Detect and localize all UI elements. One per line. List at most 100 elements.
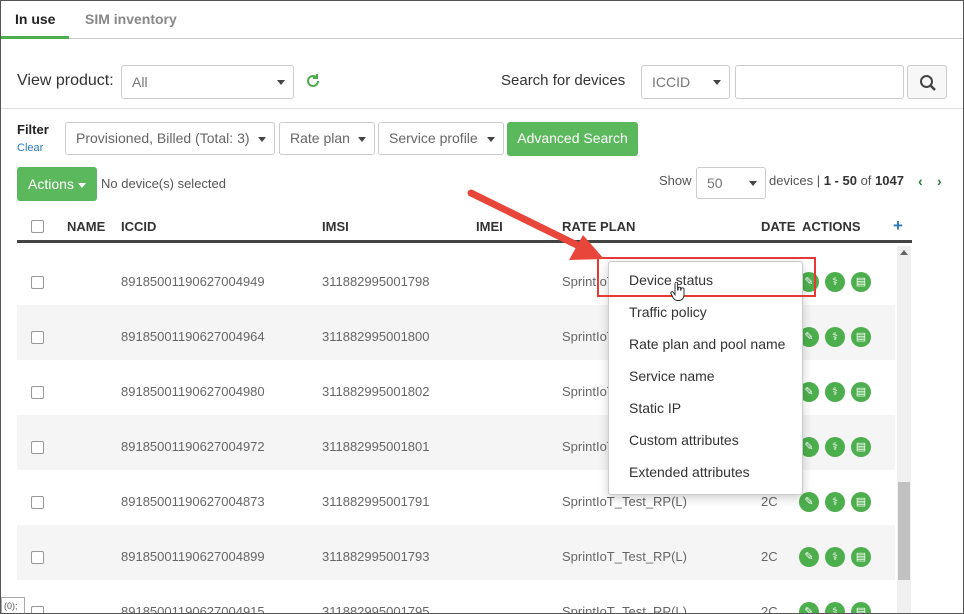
table-row[interactable]: 89185001190627004915 311882995001795 Spr…	[17, 580, 895, 614]
diagnostics-icon[interactable]: ⚕	[825, 602, 845, 613]
tab-in-use[interactable]: In use	[1, 1, 70, 39]
usage-chart-icon[interactable]: ▤	[851, 382, 871, 402]
diagnostics-icon[interactable]: ⚕	[825, 437, 845, 457]
diagnostics-icon[interactable]: ⚕	[825, 272, 845, 292]
edit-icon[interactable]: ✎	[799, 602, 819, 613]
cell-imsi: 311882995001800	[322, 329, 430, 344]
cell-iccid: 89185001190627004972	[121, 439, 265, 454]
usage-chart-icon[interactable]: ▤	[851, 272, 871, 292]
search-label: Search for devices	[501, 72, 626, 89]
service-profile-filter-label: Service profile	[389, 130, 478, 146]
paging-total: 1047	[875, 173, 904, 188]
menu-item-custom-attributes[interactable]: Custom attributes	[629, 432, 739, 448]
search-field-select[interactable]: ICCID	[641, 65, 730, 99]
menu-item-rate-plan-pool-name[interactable]: Rate plan and pool name	[629, 336, 785, 352]
advanced-search-button[interactable]: Advanced Search	[507, 122, 638, 156]
view-product-select[interactable]: All	[121, 65, 294, 99]
cell-imsi: 311882995001798	[322, 274, 430, 289]
rate-plan-filter-dropdown[interactable]: Rate plan	[279, 122, 375, 155]
devices-label: devices |	[769, 173, 821, 188]
column-header-imei[interactable]: IMEI	[476, 219, 503, 234]
cell-rate-plan: SprintIoT_Test_RP(L)	[562, 494, 687, 509]
cell-iccid: 89185001190627004964	[121, 329, 265, 344]
cell-rate-plan: SprintIoT_Test_RP(L)	[562, 549, 687, 564]
search-input[interactable]	[735, 65, 904, 99]
column-header-rate-plan[interactable]: RATE PLAN	[562, 219, 635, 234]
menu-item-extended-attributes[interactable]: Extended attributes	[629, 464, 750, 480]
cell-iccid: 89185001190627004949	[121, 274, 265, 289]
menu-item-service-name[interactable]: Service name	[629, 368, 715, 384]
status-filter-value: Provisioned, Billed (Total: 3)	[76, 130, 250, 146]
show-label: Show	[659, 173, 692, 188]
column-header-iccid[interactable]: ICCID	[121, 219, 156, 234]
row-checkbox[interactable]	[31, 331, 44, 344]
row-checkbox[interactable]	[31, 606, 44, 613]
view-product-label: View product:	[17, 72, 114, 89]
add-column-icon[interactable]: +	[893, 216, 903, 236]
tab-bar: In use SIM inventory	[1, 1, 963, 39]
cell-rate-plan: SprintIoT_Test_RP(L)	[562, 604, 687, 614]
chevron-down-icon	[713, 80, 721, 85]
row-checkbox[interactable]	[31, 441, 44, 454]
scroll-up-icon[interactable]	[900, 250, 908, 255]
chevron-down-icon	[277, 80, 285, 85]
bottom-left-fragment: (0);	[1, 597, 25, 613]
actions-button[interactable]: Actions	[17, 167, 97, 201]
cell-rate-plan: SprintIoT	[562, 439, 615, 454]
tab-sim-inventory[interactable]: SIM inventory	[71, 1, 191, 39]
selection-status: No device(s) selected	[101, 176, 226, 191]
select-all-checkbox[interactable]	[31, 220, 44, 233]
cell-imsi: 311882995001801	[322, 439, 430, 454]
chevron-down-icon	[749, 181, 757, 186]
page-size-value: 50	[707, 175, 723, 191]
table-scrollbar[interactable]	[897, 246, 911, 613]
chevron-down-icon	[358, 137, 366, 142]
chevron-down-icon	[487, 137, 495, 142]
usage-chart-icon[interactable]: ▤	[851, 327, 871, 347]
row-checkbox[interactable]	[31, 551, 44, 564]
chevron-down-icon	[258, 137, 266, 142]
menu-item-static-ip[interactable]: Static IP	[629, 400, 681, 416]
cell-iccid: 89185001190627004873	[121, 494, 265, 509]
usage-chart-icon[interactable]: ▤	[851, 437, 871, 457]
diagnostics-icon[interactable]: ⚕	[825, 382, 845, 402]
page-size-select[interactable]: 50	[696, 167, 766, 199]
cell-date: 2C	[761, 494, 778, 509]
diagnostics-icon[interactable]: ⚕	[825, 547, 845, 567]
edit-icon[interactable]: ✎	[799, 547, 819, 567]
cell-imsi: 311882995001791	[322, 494, 430, 509]
usage-chart-icon[interactable]: ▤	[851, 602, 871, 613]
menu-item-traffic-policy[interactable]: Traffic policy	[629, 304, 707, 320]
search-field-value: ICCID	[652, 74, 691, 90]
cell-date: 2C	[761, 604, 778, 614]
column-header-date[interactable]: DATE	[761, 219, 795, 234]
status-filter-dropdown[interactable]: Provisioned, Billed (Total: 3)	[65, 122, 275, 155]
usage-chart-icon[interactable]: ▤	[851, 547, 871, 567]
next-page-icon[interactable]: ›	[937, 173, 942, 189]
cell-iccid: 89185001190627004980	[121, 384, 265, 399]
row-checkbox[interactable]	[31, 276, 44, 289]
cell-imsi: 311882995001802	[322, 384, 430, 399]
row-checkbox[interactable]	[31, 496, 44, 509]
paging-range: 1 - 50	[823, 173, 857, 188]
hand-cursor-icon	[670, 282, 685, 301]
filter-clear-link[interactable]: Clear	[17, 142, 43, 154]
cell-imsi: 311882995001793	[322, 549, 430, 564]
column-header-name[interactable]: NAME	[67, 219, 105, 234]
refresh-icon[interactable]	[305, 73, 321, 89]
filter-title: Filter	[17, 122, 49, 137]
rate-plan-filter-label: Rate plan	[290, 130, 350, 146]
search-button[interactable]	[907, 65, 947, 99]
diagnostics-icon[interactable]: ⚕	[825, 492, 845, 512]
scrollbar-thumb[interactable]	[898, 482, 910, 580]
actions-label: Actions	[28, 176, 74, 192]
cell-imsi: 311882995001795	[322, 604, 430, 614]
row-checkbox[interactable]	[31, 386, 44, 399]
column-header-imsi[interactable]: IMSI	[322, 219, 349, 234]
prev-page-icon[interactable]: ‹	[918, 173, 923, 189]
table-row[interactable]: 89185001190627004899 311882995001793 Spr…	[17, 525, 895, 580]
service-profile-filter-dropdown[interactable]: Service profile	[378, 122, 504, 155]
diagnostics-icon[interactable]: ⚕	[825, 327, 845, 347]
edit-icon[interactable]: ✎	[799, 492, 819, 512]
usage-chart-icon[interactable]: ▤	[851, 492, 871, 512]
